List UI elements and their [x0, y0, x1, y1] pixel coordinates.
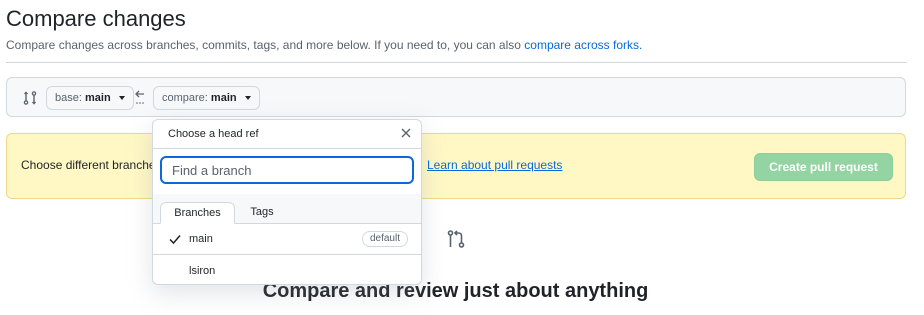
- page-title: Compare changes: [6, 6, 186, 31]
- dropdown-tabs: Branches Tags: [153, 194, 421, 224]
- blankslate-heading: Compare and review just about anything: [262, 280, 649, 302]
- learn-pull-requests-link[interactable]: Learn about pull requests: [427, 158, 562, 172]
- git-pull-request-icon: [447, 230, 465, 248]
- base-value: main: [84, 92, 111, 104]
- branch-label: main: [189, 233, 213, 245]
- branch-item-lsiron[interactable]: lsiron: [153, 255, 421, 284]
- caret-down-icon: [244, 96, 251, 101]
- tab-tags[interactable]: Tags: [241, 202, 283, 224]
- compare-across-forks-link[interactable]: compare across forks.: [524, 38, 642, 52]
- page-subtitle: Compare changes across branches, commits…: [6, 38, 642, 52]
- dropdown-title: Choose a head ref: [168, 128, 259, 140]
- caret-down-icon: [118, 96, 125, 101]
- head-ref-dropdown: Choose a head ref Branches Tags main def…: [152, 119, 422, 285]
- branch-label: lsiron: [189, 265, 216, 277]
- compare-label: compare:: [162, 92, 208, 104]
- find-branch-input[interactable]: [160, 156, 414, 184]
- default-badge: default: [361, 231, 408, 247]
- dropdown-header: Choose a head ref: [153, 120, 421, 149]
- dropdown-filter: [153, 148, 421, 195]
- range-editor: base: main compare: main: [6, 77, 906, 117]
- compare-flash: Choose different branches or forks above…: [6, 133, 906, 199]
- tab-branches[interactable]: Branches: [160, 202, 235, 224]
- header-divider: [6, 62, 907, 63]
- subtitle-text: Compare changes across branches, commits…: [6, 38, 525, 52]
- branch-item-main[interactable]: main default: [153, 223, 421, 255]
- create-pull-request-button[interactable]: Create pull request: [754, 153, 893, 181]
- compare-branch-button[interactable]: compare: main: [153, 86, 260, 110]
- arrow-left-icon: [135, 90, 144, 104]
- compare-value: main: [210, 92, 237, 104]
- check-icon: [169, 235, 181, 245]
- base-label: base:: [55, 92, 82, 104]
- close-icon[interactable]: [399, 126, 413, 140]
- git-compare-icon: [23, 91, 37, 105]
- base-branch-button[interactable]: base: main: [46, 86, 134, 110]
